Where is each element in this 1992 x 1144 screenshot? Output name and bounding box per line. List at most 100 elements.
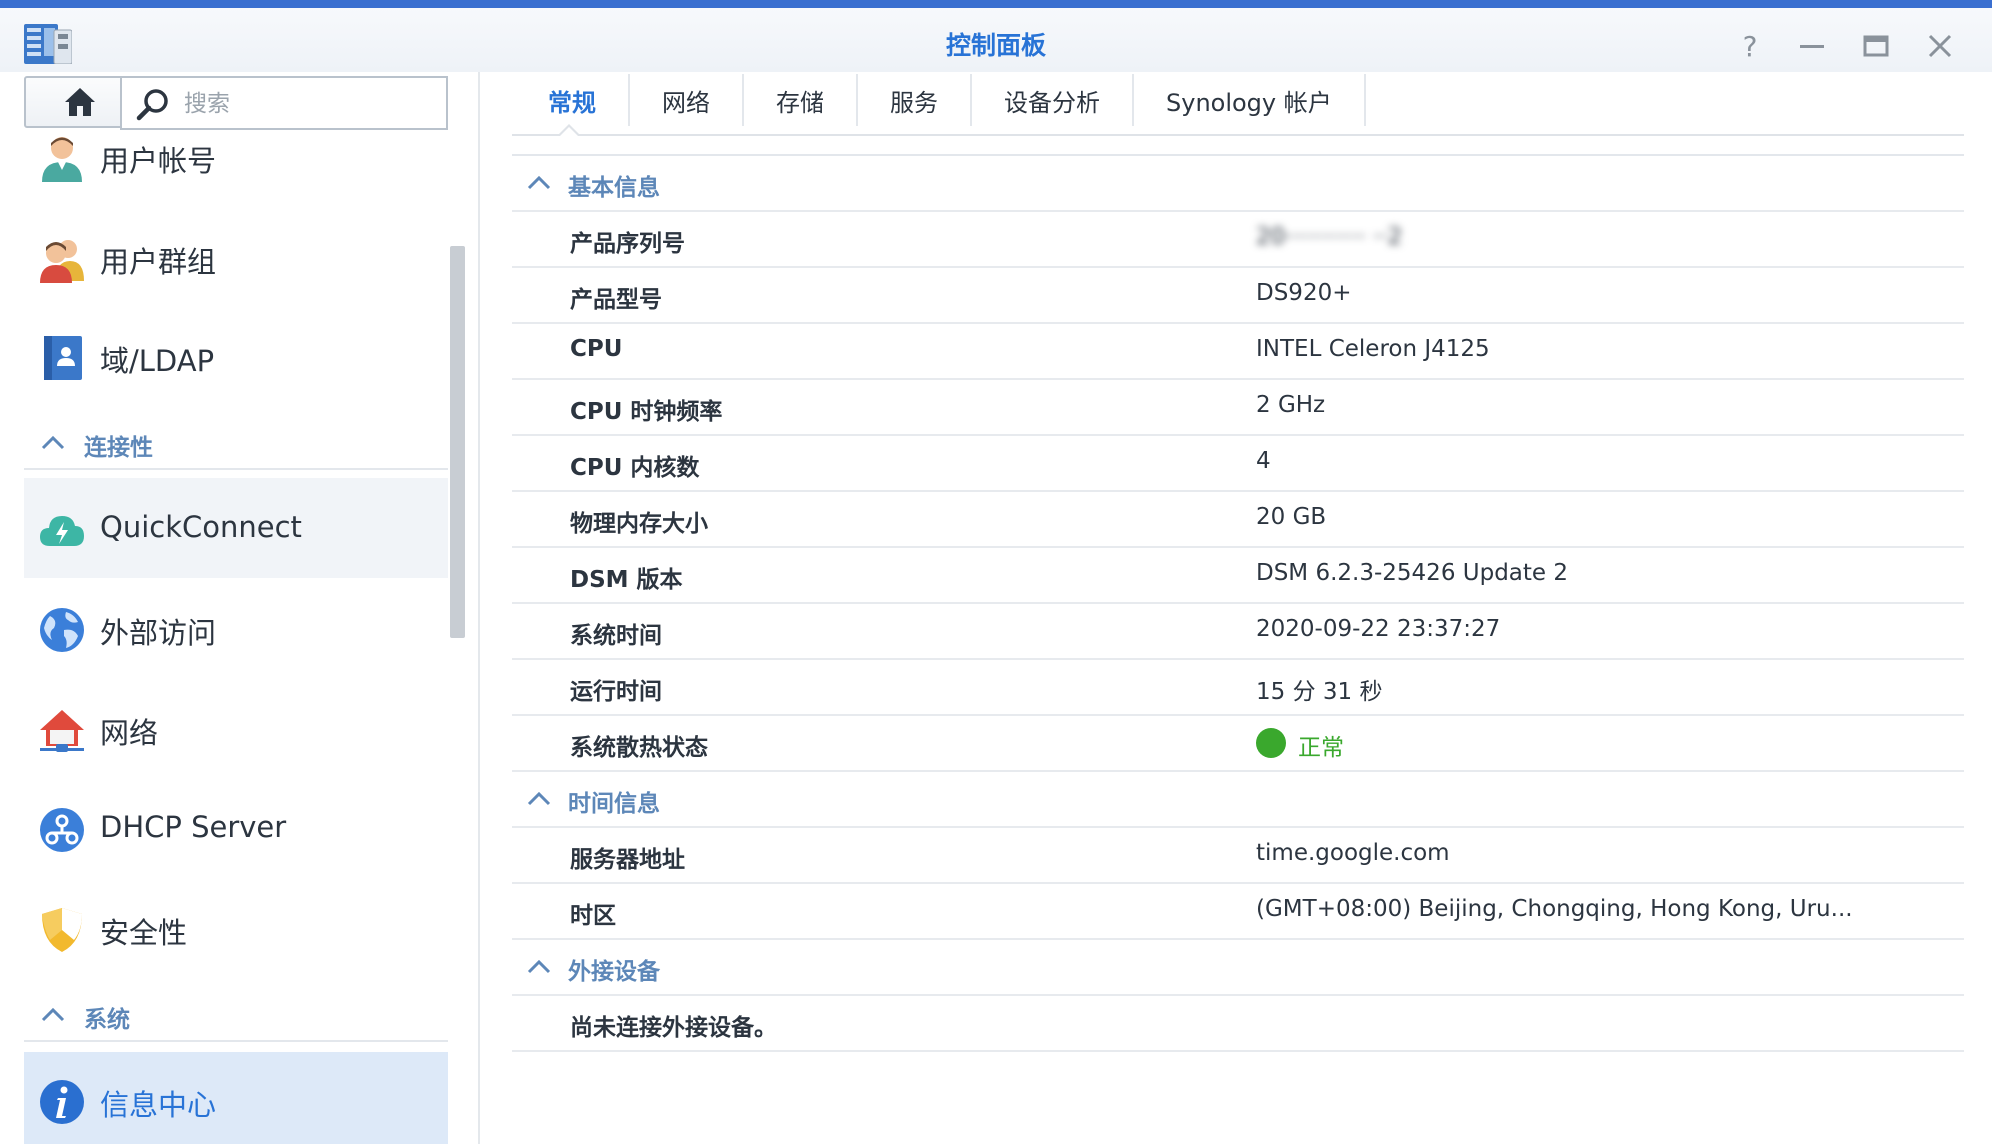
network-house-icon	[40, 710, 84, 752]
info-row-dsm-version: DSM 版本 DSM 6.2.3-25426 Update 2	[512, 548, 1964, 604]
info-key: 物理内存大小	[570, 511, 708, 537]
info-value: 20 GB	[1256, 504, 1327, 530]
title-bar[interactable]: 控制面板 ?	[0, 8, 1992, 72]
info-key: DSM 版本	[570, 567, 683, 593]
empty-message: 尚未连接外接设备。	[570, 1015, 777, 1041]
status-text: 正常	[1298, 735, 1344, 761]
maximize-button[interactable]	[1856, 26, 1896, 66]
sidebar-item-user-group[interactable]: 用户群组	[24, 207, 448, 307]
info-key: 运行时间	[570, 679, 662, 705]
info-row-uptime: 运行时间 15 分 31 秒	[512, 660, 1964, 716]
info-row-system-time: 系统时间 2020-09-22 23:37:27	[512, 604, 1964, 660]
sidebar-item-label: 外部访问	[100, 616, 217, 650]
info-value: 2 GHz	[1256, 392, 1326, 418]
info-row-memory: 物理内存大小 20 GB	[512, 492, 1964, 548]
info-row-time-server: 服务器地址 time.google.com	[512, 828, 1964, 884]
info-value: 20··········· ··2	[1256, 224, 1403, 250]
sidebar-item-user-account[interactable]: 用户帐号	[24, 108, 448, 208]
minimize-icon	[1800, 45, 1824, 48]
chevron-up-icon	[527, 959, 551, 974]
tab-network[interactable]: 网络	[630, 74, 744, 126]
info-row-timezone: 时区 (GMT+08:00) Beijing, Chongqing, Hong …	[512, 884, 1964, 940]
section-title: 时间信息	[568, 791, 660, 817]
sidebar-item-dhcp-server[interactable]: DHCP Server	[24, 778, 448, 878]
section-header-external-devices[interactable]: 外接设备	[512, 940, 1964, 996]
globe-icon	[40, 608, 84, 652]
info-key: 系统时间	[570, 623, 662, 649]
info-key: CPU	[570, 336, 623, 362]
info-value: 正常	[1256, 728, 1344, 762]
info-icon	[40, 1080, 84, 1124]
section-title: 外接设备	[568, 959, 660, 985]
window-top-strip	[0, 0, 1992, 8]
info-row-cpu: CPU INTEL Celeron J4125	[512, 324, 1964, 380]
user-group-icon	[40, 240, 84, 283]
section-title: 基本信息	[568, 175, 660, 201]
close-icon	[1928, 34, 1952, 58]
section-header-basic-info[interactable]: 基本信息	[512, 156, 1964, 212]
info-key: CPU 时钟频率	[570, 399, 723, 425]
dhcp-icon	[40, 808, 84, 852]
chevron-up-icon	[41, 1007, 65, 1022]
info-row-cpu-cores: CPU 内核数 4	[512, 436, 1964, 492]
sidebar-item-quickconnect[interactable]: QuickConnect	[24, 478, 448, 578]
status-ok-icon	[1256, 728, 1286, 758]
info-row-model: 产品型号 DS920+	[512, 268, 1964, 324]
section-header-time-info[interactable]: 时间信息	[512, 772, 1964, 828]
sidebar-item-label: 信息中心	[100, 1088, 217, 1122]
sidebar-group-connectivity[interactable]: 连接性	[24, 418, 448, 470]
minimize-button[interactable]	[1792, 26, 1832, 66]
ldap-icon	[44, 336, 82, 380]
sidebar-item-security[interactable]: 安全性	[24, 878, 448, 978]
sidebar-item-label: QuickConnect	[100, 510, 302, 544]
info-value: 2020-09-22 23:37:27	[1256, 616, 1501, 642]
tab-general[interactable]: 常规	[512, 74, 630, 126]
info-key: 服务器地址	[570, 847, 685, 873]
tab-bar: 常规 网络 存储 服务 设备分析 Synology 帐户	[512, 72, 1366, 134]
info-row-thermal-status: 系统散热状态 正常	[512, 716, 1964, 772]
sidebar-item-external-access[interactable]: 外部访问	[24, 578, 448, 678]
sidebar-item-label: 用户群组	[100, 245, 217, 279]
sidebar-item-network[interactable]: 网络	[24, 678, 448, 778]
sidebar-item-label: 安全性	[100, 916, 188, 950]
sidebar-item-info-center[interactable]: 信息中心	[24, 1052, 448, 1144]
help-button[interactable]: ?	[1730, 26, 1770, 66]
tab-storage[interactable]: 存储	[744, 74, 858, 126]
sidebar-item-label: 域/LDAP	[100, 344, 215, 378]
chevron-up-icon	[527, 791, 551, 806]
sidebar-item-ldap[interactable]: 域/LDAP	[24, 306, 448, 406]
sidebar-item-label: DHCP Server	[100, 810, 287, 844]
info-value: (GMT+08:00) Beijing, Chongqing, Hong Kon…	[1256, 896, 1853, 922]
info-value: DS920+	[1256, 280, 1352, 306]
info-row-serial: 产品序列号 20··········· ··2	[512, 212, 1964, 268]
info-key: 系统散热状态	[570, 735, 708, 761]
info-value: time.google.com	[1256, 840, 1450, 866]
info-key: CPU 内核数	[570, 455, 700, 481]
info-row-no-external-devices: 尚未连接外接设备。	[512, 996, 1964, 1052]
sidebar-group-label: 连接性	[84, 435, 153, 461]
window-title: 控制面板	[945, 31, 1046, 60]
info-value: 4	[1256, 448, 1271, 474]
info-row-cpu-clock: CPU 时钟频率 2 GHz	[512, 380, 1964, 436]
sidebar-divider	[478, 72, 480, 1144]
chevron-up-icon	[527, 175, 551, 190]
sidebar-item-label: 网络	[100, 716, 159, 750]
tab-synology-account[interactable]: Synology 帐户	[1134, 74, 1366, 126]
sidebar-group-system[interactable]: 系统	[24, 990, 448, 1042]
info-value: 15 分 31 秒	[1256, 679, 1383, 705]
info-key: 产品型号	[570, 287, 662, 313]
sidebar-item-label: 用户帐号	[100, 144, 217, 178]
tab-service[interactable]: 服务	[858, 74, 972, 126]
close-button[interactable]	[1920, 26, 1960, 66]
user-icon	[42, 137, 82, 182]
maximize-icon	[1863, 35, 1889, 57]
info-key: 产品序列号	[570, 231, 685, 257]
tab-device-analytics[interactable]: 设备分析	[972, 74, 1134, 126]
tab-underline	[512, 134, 1964, 136]
active-tab-pointer	[557, 124, 581, 137]
sidebar-scrollbar[interactable]	[450, 246, 465, 638]
sidebar-group-label: 系统	[84, 1007, 130, 1033]
help-icon: ?	[1742, 29, 1758, 63]
quickconnect-icon	[40, 516, 84, 546]
chevron-up-icon	[41, 435, 65, 450]
